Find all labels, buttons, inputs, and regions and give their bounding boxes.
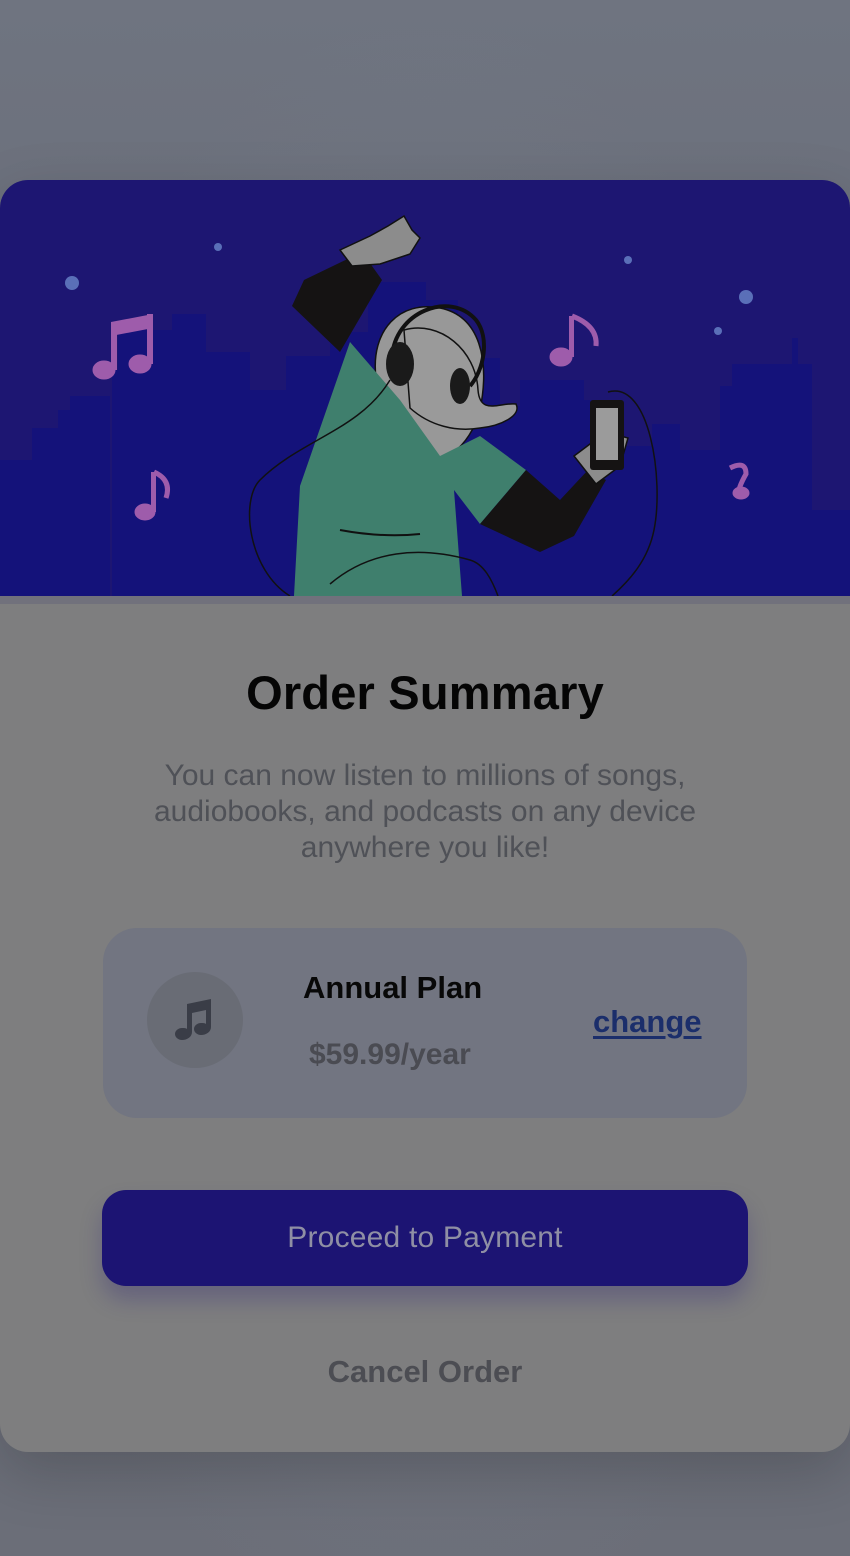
hero-divider xyxy=(0,596,850,604)
plan-name: Annual Plan xyxy=(303,970,483,1005)
order-summary-card: Order Summary You can now listen to mill… xyxy=(0,180,850,1452)
plan-summary-box: Annual Plan $59.99/year change xyxy=(103,928,747,1118)
dancing-person-illustration xyxy=(0,214,850,596)
order-description: You can now listen to millions of songs,… xyxy=(153,759,697,864)
plan-price: $59.99/year xyxy=(309,1038,471,1071)
proceed-to-payment-button[interactable]: Proceed to Payment xyxy=(102,1190,748,1286)
page-title: Order Summary xyxy=(246,666,604,719)
cancel-order-button[interactable]: Cancel Order xyxy=(0,1354,850,1390)
change-plan-link[interactable]: change xyxy=(593,1004,702,1040)
music-note-icon xyxy=(147,972,243,1068)
hero-illustration xyxy=(0,180,850,596)
